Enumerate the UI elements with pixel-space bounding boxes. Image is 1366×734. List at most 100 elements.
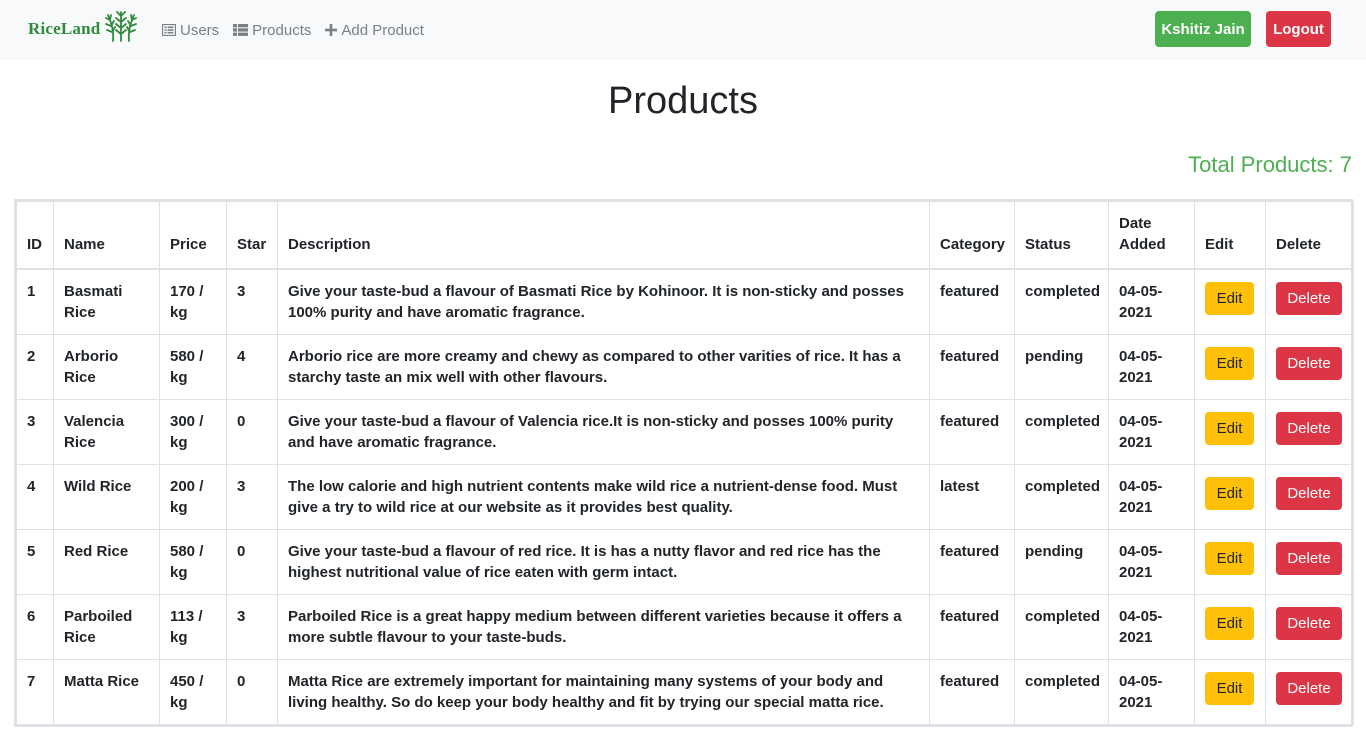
header-name: Name — [53, 201, 160, 270]
nav-users-label: Users — [180, 21, 220, 39]
edit-button[interactable]: Edit — [1205, 542, 1254, 575]
plus-icon — [325, 24, 338, 36]
cell-price: 300 / kg — [159, 399, 227, 465]
cell-price: 170 / kg — [159, 268, 227, 335]
cell-description: Give your taste-bud a flavour of red ric… — [277, 529, 930, 595]
cell-price: 450 / kg — [159, 659, 227, 725]
delete-button[interactable]: Delete — [1276, 542, 1342, 575]
page-title: Products — [608, 80, 758, 122]
delete-button[interactable]: Delete — [1276, 282, 1342, 315]
edit-button[interactable]: Edit — [1205, 607, 1254, 640]
cell-name: Parboiled Rice — [53, 594, 160, 660]
table-header-row: ID Name Price Star Description Category … — [16, 201, 1354, 270]
nav-add-product[interactable]: Add Product — [325, 22, 424, 39]
cell-id: 5 — [16, 529, 54, 595]
delete-button[interactable]: Delete — [1276, 347, 1342, 380]
cell-status: completed — [1014, 464, 1109, 530]
table-row: 4 Wild Rice 200 / kg 3 The low calorie a… — [16, 464, 1354, 530]
cell-price: 580 / kg — [159, 529, 227, 595]
edit-button[interactable]: Edit — [1205, 477, 1254, 510]
cell-name: Arborio Rice — [53, 334, 160, 400]
nav-add-product-label: Add Product — [341, 21, 424, 39]
table-row: 2 Arborio Rice 580 / kg 4 Arborio rice a… — [16, 334, 1354, 400]
cell-delete: Delete — [1265, 399, 1354, 465]
total-products-count: Total Products: 7 — [1188, 152, 1352, 177]
header-delete: Delete — [1265, 201, 1354, 270]
cell-edit: Edit — [1194, 268, 1266, 335]
edit-button[interactable]: Edit — [1205, 672, 1254, 705]
cell-name: Red Rice — [53, 529, 160, 595]
cell-delete: Delete — [1265, 529, 1354, 595]
cell-status: completed — [1014, 399, 1109, 465]
wheat-icon — [102, 6, 140, 47]
cell-edit: Edit — [1194, 399, 1266, 465]
header-date-added: Date Added — [1108, 201, 1195, 270]
cell-date-added: 04-05-2021 — [1108, 594, 1195, 660]
cell-date-added: 04-05-2021 — [1108, 464, 1195, 530]
cell-description: Give your taste-bud a flavour of Valenci… — [277, 399, 930, 465]
edit-button[interactable]: Edit — [1205, 282, 1254, 315]
list-icon — [162, 24, 176, 36]
user-profile-button[interactable]: Kshitiz Jain — [1155, 11, 1251, 47]
cell-status: completed — [1014, 659, 1109, 725]
cell-star: 0 — [226, 529, 278, 595]
delete-button[interactable]: Delete — [1276, 607, 1342, 640]
delete-button[interactable]: Delete — [1276, 672, 1342, 705]
table-row: 6 Parboiled Rice 113 / kg 3 Parboiled Ri… — [16, 594, 1354, 660]
edit-button[interactable]: Edit — [1205, 412, 1254, 445]
cell-delete: Delete — [1265, 659, 1354, 725]
cell-star: 4 — [226, 334, 278, 400]
cell-description: Give your taste-bud a flavour of Basmati… — [277, 268, 930, 335]
cell-id: 4 — [16, 464, 54, 530]
header-description: Description — [277, 201, 930, 270]
cell-star: 0 — [226, 399, 278, 465]
cell-category: featured — [929, 529, 1015, 595]
cell-edit: Edit — [1194, 334, 1266, 400]
logout-button[interactable]: Logout — [1266, 11, 1331, 47]
cell-id: 3 — [16, 399, 54, 465]
nav-products[interactable]: Products — [233, 22, 311, 39]
cell-delete: Delete — [1265, 334, 1354, 400]
nav-users[interactable]: Users — [162, 22, 219, 39]
header-edit: Edit — [1194, 201, 1266, 270]
cell-category: featured — [929, 399, 1015, 465]
cell-name: Basmati Rice — [53, 268, 160, 335]
cell-id: 7 — [16, 659, 54, 725]
nav-links: Users Products Add Product — [162, 0, 438, 60]
nav-products-label: Products — [252, 21, 312, 39]
table-icon — [233, 24, 249, 36]
cell-status: pending — [1014, 529, 1109, 595]
cell-star: 0 — [226, 659, 278, 725]
cell-date-added: 04-05-2021 — [1108, 529, 1195, 595]
cell-status: completed — [1014, 268, 1109, 335]
cell-star: 3 — [226, 464, 278, 530]
cell-category: featured — [929, 594, 1015, 660]
delete-button[interactable]: Delete — [1276, 477, 1342, 510]
table-row: 1 Basmati Rice 170 / kg 3 Give your tast… — [16, 268, 1354, 335]
cell-id: 1 — [16, 268, 54, 335]
delete-button[interactable]: Delete — [1276, 412, 1342, 445]
cell-id: 2 — [16, 334, 54, 400]
cell-category: featured — [929, 334, 1015, 400]
brand-link[interactable]: RiceLand — [28, 10, 140, 47]
cell-category: featured — [929, 659, 1015, 725]
cell-category: latest — [929, 464, 1015, 530]
cell-category: featured — [929, 268, 1015, 335]
cell-price: 580 / kg — [159, 334, 227, 400]
navbar: RiceLand Users Products Add Product Kshi… — [0, 0, 1366, 60]
cell-delete: Delete — [1265, 268, 1354, 335]
header-id: ID — [16, 201, 54, 270]
cell-description: Matta Rice are extremely important for m… — [277, 659, 930, 725]
cell-date-added: 04-05-2021 — [1108, 399, 1195, 465]
cell-price: 200 / kg — [159, 464, 227, 530]
cell-edit: Edit — [1194, 529, 1266, 595]
products-table-container: ID Name Price Star Description Category … — [14, 199, 1354, 727]
cell-name: Matta Rice — [53, 659, 160, 725]
cell-name: Valencia Rice — [53, 399, 160, 465]
header-category: Category — [929, 201, 1015, 270]
cell-star: 3 — [226, 268, 278, 335]
products-table: ID Name Price Star Description Category … — [16, 201, 1354, 725]
cell-date-added: 04-05-2021 — [1108, 268, 1195, 335]
header-status: Status — [1014, 201, 1109, 270]
edit-button[interactable]: Edit — [1205, 347, 1254, 380]
